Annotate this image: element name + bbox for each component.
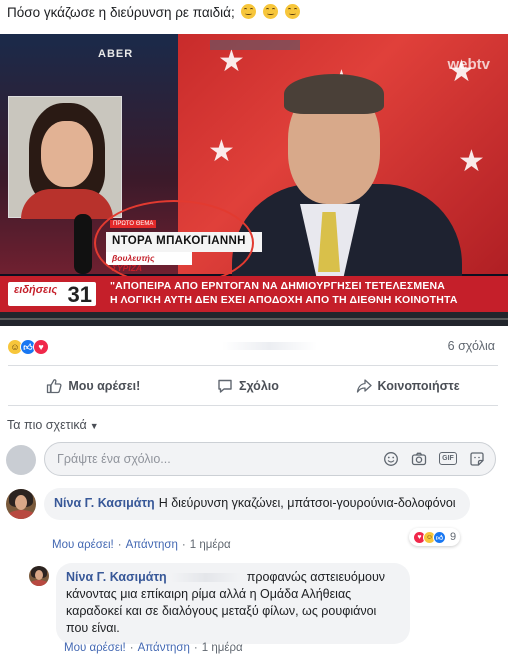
avatar-body — [30, 580, 48, 586]
reaction-summary[interactable]: ☺ 👍︎ ♥ — [7, 339, 49, 355]
studio-label: ABER — [98, 48, 134, 60]
reply-avatar[interactable] — [29, 566, 49, 586]
comment-icon — [218, 379, 232, 393]
comment-input[interactable] — [57, 451, 357, 467]
avatar-face — [35, 570, 43, 580]
channel-logo-text: ειδήσεις — [14, 284, 58, 296]
reply-author-link[interactable]: Νίνα Γ. Κασιμάτη — [66, 570, 167, 584]
comment-like-link[interactable]: Μου αρέσει! — [52, 539, 114, 551]
portrait-top — [21, 189, 113, 219]
comment-composer[interactable]: GIF — [44, 442, 496, 476]
comment-time[interactable]: 1 ημέρα — [190, 539, 231, 551]
reply-bubble: Νίνα Γ. Κασιμάτη προφανώς αστειευόμουν κά… — [56, 563, 410, 644]
like-label: Μου αρέσει! — [68, 379, 141, 393]
comment-label: Σχόλιο — [238, 379, 279, 393]
post-action-bar: Μου αρέσει! Σχόλιο Κοινοποιήστε — [8, 372, 498, 400]
ticker-line-2: Η ΛΟΓΙΚΗ ΑΥΤΗ ΔΕΝ ΕΧΕΙ ΑΠΟΔΟΧΗ ΑΠΟ ΤΗ ΔΙ… — [110, 294, 458, 306]
thumbs-up-icon — [47, 379, 62, 394]
commenter-avatar[interactable] — [6, 489, 36, 519]
highlight-circle — [94, 200, 254, 286]
channel-logo: ειδήσεις 31 — [8, 282, 96, 307]
portrait-face — [41, 121, 93, 187]
progress-track — [0, 318, 508, 320]
gif-icon[interactable]: GIF — [439, 452, 457, 465]
reply-reply-link[interactable]: Απάντηση — [138, 642, 190, 654]
reply-like-link[interactable]: Μου αρέσει! — [64, 642, 126, 654]
video-progress-bar[interactable] — [0, 312, 508, 326]
avatar-body — [7, 510, 35, 519]
comment-reaction-count: 9 — [450, 531, 457, 543]
current-user-avatar[interactable] — [6, 445, 36, 475]
camera-icon[interactable] — [411, 451, 427, 467]
star-shape: ★ — [458, 145, 485, 178]
comment-text: Η διεύρυνση γκαζώνει, μπάτσοι-γουρούνια-… — [158, 496, 456, 510]
ticker-line-1: "ΑΠΟΠΕΙΡΑ ΑΠΟ ΕΡΝΤΟΓΑΝ ΝΑ ΔΗΜΙΟΥΡΓΗΣΕΙ Τ… — [110, 280, 446, 292]
reply-meta: Μου αρέσει! · Απάντηση · 1 ημέρα — [64, 642, 243, 654]
blurred-mention — [170, 573, 241, 583]
divider — [8, 365, 498, 366]
microphone-icon — [74, 214, 92, 274]
share-icon — [356, 379, 372, 393]
comment-sort-dropdown[interactable]: Τα πιο σχετικά ▼ — [7, 418, 99, 432]
like-reaction-icon: 👍︎ — [433, 530, 446, 544]
blurred-names — [222, 342, 317, 350]
sticker-icon[interactable] — [469, 451, 485, 467]
comment-bubble: Νίνα Γ. Κασιμάτη Η διεύρυνση γκαζώνει, μπ… — [44, 488, 470, 520]
divider — [8, 405, 498, 406]
comment-button[interactable]: Σχόλιο — [217, 378, 279, 394]
avatar-face — [15, 495, 27, 510]
emoji-picker-icon[interactable] — [383, 451, 399, 467]
comment-meta: Μου αρέσει! · Απάντηση · 1 ημέρα — [52, 539, 231, 551]
star-shape: ★ — [208, 135, 235, 168]
post-body: Πόσο γκάζωσε η διεύρυνση ρε παιδιά; — [7, 5, 235, 20]
webtv-watermark: webtv — [447, 56, 490, 73]
smile-emoji-icon — [285, 4, 300, 19]
comment-reply-link[interactable]: Απάντηση — [126, 539, 178, 551]
video-top-strip — [210, 40, 300, 50]
comments-count-link[interactable]: 6 σχόλια — [448, 339, 495, 353]
inset-portrait — [8, 96, 122, 219]
caret-down-icon: ▼ — [89, 421, 99, 431]
like-button[interactable]: Μου αρέσει! — [46, 378, 140, 394]
sort-label: Τα πιο σχετικά — [7, 418, 87, 432]
share-button[interactable]: Κοινοποιήστε — [356, 378, 460, 394]
speaker-hair — [284, 74, 384, 114]
smile-emoji-icon — [241, 4, 257, 19]
post-text: Πόσο γκάζωσε η διεύρυνση ρε παιδιά; — [7, 4, 300, 20]
share-label: Κοινοποιήστε — [377, 379, 460, 393]
composer-icons: GIF — [383, 451, 485, 467]
reply-time[interactable]: 1 ημέρα — [202, 642, 243, 654]
love-reaction-icon: ♥ — [33, 339, 49, 355]
video-player[interactable]: ★ ★ ★ ★ ★ ABER webtv ΠΡΩΤΟ ΘΕΜΑ ΝΤΟΡΑ ΜΠ… — [0, 34, 508, 326]
smile-emoji-icon — [263, 4, 279, 19]
comment-reaction-pill[interactable]: ♥ ☺ 👍︎ 9 — [409, 528, 461, 546]
channel-number: 31 — [67, 282, 92, 307]
comment-author-link[interactable]: Νίνα Γ. Κασιμάτη — [54, 496, 155, 510]
